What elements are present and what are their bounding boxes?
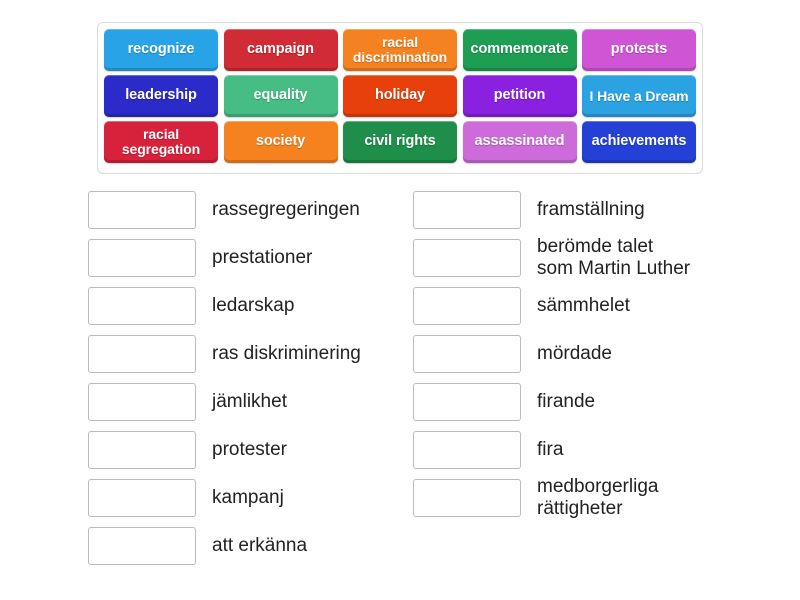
- word-tile[interactable]: racial discrimination: [343, 29, 457, 71]
- answer-label: protester: [212, 439, 287, 461]
- answer-row: framställning: [413, 186, 753, 234]
- word-tile[interactable]: protests: [582, 29, 696, 71]
- word-bank-row: racial segregation society civil rights ass…: [104, 121, 696, 163]
- answer-label: kampanj: [212, 487, 284, 509]
- answer-column-left: rassegregeringen prestationer ledarskap ras…: [88, 186, 413, 570]
- answer-label: ledarskap: [212, 295, 295, 317]
- answer-row: prestationer: [88, 234, 413, 282]
- answer-drop-box[interactable]: [88, 383, 196, 421]
- word-bank-row: recognize campaign racial discrimination co…: [104, 29, 696, 71]
- word-tile[interactable]: commemorate: [462, 29, 577, 71]
- word-tile[interactable]: campaign: [223, 29, 338, 71]
- answer-label: jämlikhet: [212, 391, 287, 413]
- word-tile[interactable]: holiday: [343, 75, 457, 117]
- answer-label: sämmhelet: [537, 295, 630, 317]
- answer-row: sämmhelet: [413, 282, 753, 330]
- word-tile[interactable]: recognize: [104, 29, 218, 71]
- answer-row: mördade: [413, 330, 753, 378]
- answer-area: rassegregeringen prestationer ledarskap ras…: [0, 186, 800, 570]
- answer-row: protester: [88, 426, 413, 474]
- answer-drop-box[interactable]: [413, 191, 521, 229]
- answer-label: att erkänna: [212, 535, 308, 557]
- answer-row: ledarskap: [88, 282, 413, 330]
- answer-drop-box[interactable]: [88, 335, 196, 373]
- answer-drop-box[interactable]: [88, 431, 196, 469]
- answer-drop-box[interactable]: [413, 239, 521, 277]
- answer-drop-box[interactable]: [88, 191, 196, 229]
- word-tile[interactable]: racial segregation: [104, 121, 218, 163]
- answer-row: jämlikhet: [88, 378, 413, 426]
- answer-row: berömde talet som Martin Luther: [413, 234, 753, 282]
- word-tile[interactable]: petition: [462, 75, 577, 117]
- answer-label: mördade: [537, 343, 612, 365]
- answer-row: fira: [413, 426, 753, 474]
- answer-drop-box[interactable]: [413, 479, 521, 517]
- word-bank-row: leadership equality holiday petition I Have …: [104, 75, 696, 117]
- answer-row: kampanj: [88, 474, 413, 522]
- word-tile[interactable]: achievements: [582, 121, 696, 163]
- word-tile[interactable]: civil rights: [343, 121, 457, 163]
- answer-drop-box[interactable]: [88, 527, 196, 565]
- answer-drop-box[interactable]: [88, 479, 196, 517]
- word-tile[interactable]: assassinated: [462, 121, 577, 163]
- answer-drop-box[interactable]: [413, 287, 521, 325]
- answer-label: berömde talet som Martin Luther: [537, 236, 691, 279]
- answer-drop-box[interactable]: [413, 383, 521, 421]
- answer-label: fira: [537, 439, 564, 461]
- word-tile[interactable]: leadership: [104, 75, 218, 117]
- answer-label: medborgerliga rättigheter: [537, 476, 659, 519]
- answer-label: ras diskriminering: [212, 343, 361, 365]
- answer-row: medborgerliga rättigheter: [413, 474, 753, 522]
- answer-label: framställning: [537, 199, 645, 221]
- answer-row: att erkänna: [88, 522, 413, 570]
- answer-column-right: framställning berömde talet som Martin Lu…: [413, 186, 753, 570]
- answer-row: firande: [413, 378, 753, 426]
- word-tile[interactable]: I Have a Dream: [582, 75, 696, 117]
- word-tile[interactable]: society: [223, 121, 338, 163]
- answer-drop-box[interactable]: [88, 239, 196, 277]
- answer-row: rassegregeringen: [88, 186, 413, 234]
- answer-drop-box[interactable]: [413, 431, 521, 469]
- answer-drop-box[interactable]: [413, 335, 521, 373]
- answer-label: prestationer: [212, 247, 313, 269]
- word-tile[interactable]: equality: [223, 75, 338, 117]
- answer-drop-box[interactable]: [88, 287, 196, 325]
- word-bank-panel: recognize campaign racial discrimination co…: [97, 22, 703, 174]
- answer-label: rassegregeringen: [212, 199, 360, 221]
- answer-row: ras diskriminering: [88, 330, 413, 378]
- answer-label: firande: [537, 391, 596, 413]
